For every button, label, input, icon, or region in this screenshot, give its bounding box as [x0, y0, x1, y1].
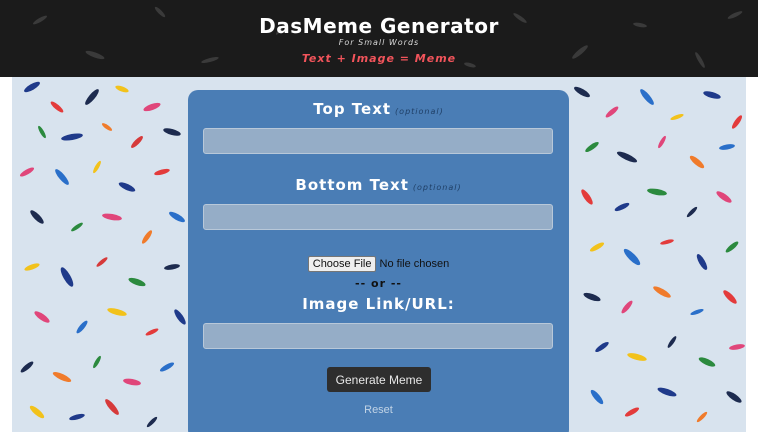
bottom-text-optional-hint: (optional) [412, 183, 462, 192]
site-header: DasMeme Generator For Small Words Text +… [0, 0, 758, 77]
image-url-label-text: Image Link/URL: [302, 295, 455, 313]
file-status-text: No file chosen [379, 258, 450, 270]
top-text-optional-hint: (optional) [395, 107, 444, 116]
app-tagline: Text + Image = Meme [301, 52, 457, 65]
image-url-input[interactable] [203, 323, 553, 349]
bottom-text-label-text: Bottom Text [295, 176, 409, 194]
reset-link[interactable]: Reset [188, 404, 569, 416]
top-text-label: Top Text (optional) [188, 100, 569, 118]
app-subtitle: For Small Words [338, 38, 420, 47]
generate-meme-button[interactable]: Generate Meme [327, 367, 431, 392]
bottom-text-label: Bottom Text (optional) [188, 176, 569, 194]
or-separator: -- or -- [355, 277, 402, 290]
image-url-label: Image Link/URL: [188, 295, 569, 313]
file-upload-row: Choose File No file chosen [188, 256, 569, 272]
bottom-text-input[interactable] [203, 204, 553, 230]
top-text-input[interactable] [203, 128, 553, 154]
app-title: DasMeme Generator [259, 14, 499, 38]
top-text-label-text: Top Text [313, 100, 392, 118]
meme-form-panel: Top Text (optional) Bottom Text (optional)… [188, 90, 569, 432]
choose-file-button[interactable]: Choose File [307, 256, 377, 272]
